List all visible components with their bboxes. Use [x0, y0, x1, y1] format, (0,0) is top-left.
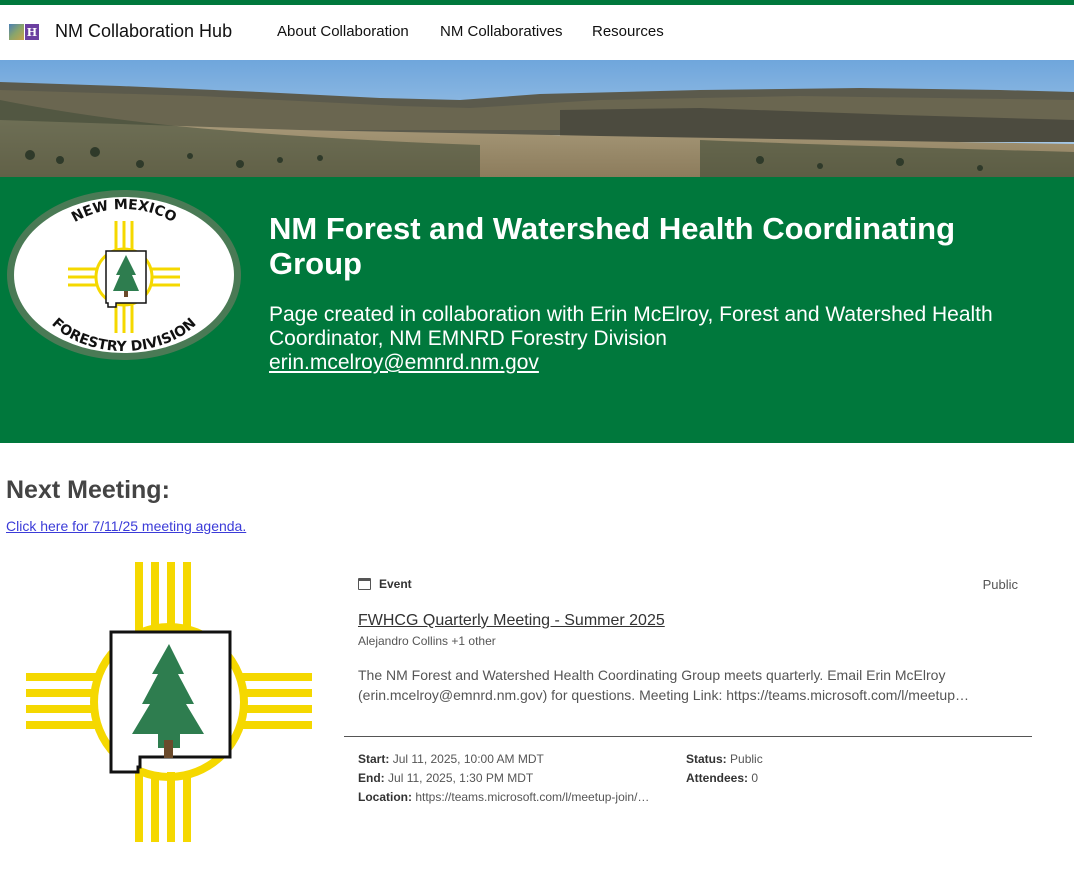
event-status: Status: Public — [686, 752, 763, 766]
zia-tree-logo — [24, 562, 314, 847]
site-title[interactable]: NM Collaboration Hub — [55, 21, 232, 42]
event-start: Start: Jul 11, 2025, 10:00 AM MDT — [358, 752, 544, 766]
logo-letter-icon: H — [25, 24, 39, 40]
nav-link-nm-collaboratives[interactable]: NM Collaboratives — [440, 23, 563, 40]
event-visibility: Public — [982, 577, 1018, 592]
nav-link-resources[interactable]: Resources — [592, 23, 664, 40]
landscape-banner-image — [0, 60, 1074, 177]
event-type-label: Event — [379, 577, 412, 591]
calendar-icon — [358, 578, 371, 590]
event-title-link[interactable]: FWHCG Quarterly Meeting - Summer 2025 — [358, 612, 665, 630]
page-subtitle: Page created in collaboration with Erin … — [269, 303, 993, 350]
event-divider — [344, 736, 1032, 737]
page-title: NM Forest and Watershed Health Coordinat… — [269, 211, 956, 281]
top-navigation: H NM Collaboration Hub About Collaborati… — [0, 5, 1074, 60]
event-attendees: Attendees: 0 — [686, 771, 758, 785]
contact-email-link[interactable]: erin.mcelroy@emnrd.nm.gov — [269, 351, 539, 375]
meeting-agenda-link[interactable]: Click here for 7/11/25 meeting agenda. — [6, 518, 246, 534]
hero-section: NEW MEXICO FORESTRY DIVISION NM Forest a… — [0, 177, 1074, 443]
event-status-label: Status: — [686, 752, 727, 766]
forestry-division-seal: NEW MEXICO FORESTRY DIVISION — [6, 189, 242, 368]
event-location-value: https://teams.microsoft.com/l/meetup-joi… — [415, 790, 650, 804]
event-organizers: Alejandro Collins +1 other — [358, 634, 496, 648]
site-logo[interactable]: H — [9, 24, 39, 40]
event-description: The NM Forest and Watershed Health Coord… — [358, 667, 969, 703]
event-attendees-label: Attendees: — [686, 771, 749, 785]
event-location-label: Location: — [358, 790, 412, 804]
event-end: End: Jul 11, 2025, 1:30 PM MDT — [358, 771, 533, 785]
event-status-value: Public — [730, 752, 763, 766]
event-end-label: End: — [358, 771, 385, 785]
event-location: Location: https://teams.microsoft.com/l/… — [358, 790, 649, 804]
logo-image-icon — [9, 24, 24, 40]
event-attendees-value: 0 — [751, 771, 759, 785]
event-start-value: Jul 11, 2025, 10:00 AM MDT — [392, 752, 544, 766]
event-end-value: Jul 11, 2025, 1:30 PM MDT — [388, 771, 534, 785]
event-type: Event — [358, 577, 412, 591]
event-start-label: Start: — [358, 752, 390, 766]
next-meeting-heading: Next Meeting: — [6, 476, 170, 504]
nav-link-about-collaboration[interactable]: About Collaboration — [277, 23, 409, 40]
